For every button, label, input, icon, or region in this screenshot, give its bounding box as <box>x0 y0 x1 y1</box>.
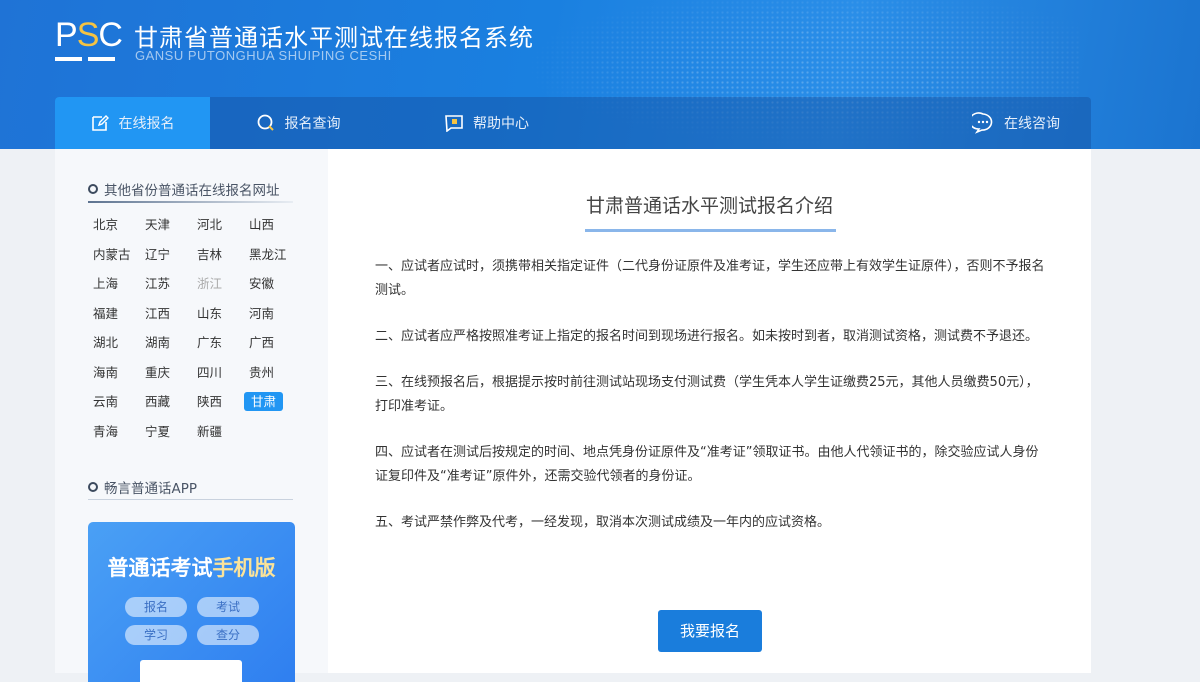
nav-help-center[interactable]: 帮助中心 <box>387 97 587 149</box>
province-link[interactable]: 吉林 <box>192 245 244 264</box>
app-pill: 学习 <box>125 625 187 645</box>
provinces-heading: 其他省份普通话在线报名网址 <box>88 179 280 199</box>
province-link[interactable]: 湖南 <box>140 333 192 352</box>
app-pill: 报名 <box>125 597 187 617</box>
province-link[interactable]: 黑龙江 <box>244 245 296 264</box>
chat-icon <box>972 112 993 134</box>
search-icon <box>257 114 274 131</box>
divider <box>88 201 293 203</box>
paragraph: 三、在线预报名后，根据提示按时前往测试站现场支付测试费（学生凭本人学生证缴费25… <box>375 375 1039 414</box>
province-link[interactable]: 浙江 <box>192 274 244 293</box>
province-link[interactable]: 上海 <box>88 274 140 293</box>
banner-text: 普通话考试 <box>107 556 213 580</box>
province-link[interactable]: 内蒙古 <box>88 245 140 264</box>
nav-label: 在线报名 <box>118 116 175 132</box>
province-link[interactable]: 天津 <box>140 215 192 234</box>
main-content: 甘肃普通话水平测试报名介绍 一、应试者应试时，须携带相关指定证件（二代身份证原件… <box>328 149 1091 673</box>
province-link[interactable]: 山西 <box>244 215 296 234</box>
province-link[interactable]: 山东 <box>192 304 244 323</box>
circle-icon <box>88 184 98 194</box>
app-banner[interactable]: 普通话考试手机版 报名 考试 学习 查分 <box>88 522 295 682</box>
heading-text: 畅言普通话APP <box>104 481 198 497</box>
province-link[interactable]: 四川 <box>192 363 244 382</box>
site-subtitle: GANSU PUTONGHUA SHUIPING CESHI <box>135 48 392 63</box>
nav-registration-query[interactable]: 报名查询 <box>210 97 387 149</box>
edit-icon <box>91 115 109 131</box>
province-list: 北京 天津 河北 山西内蒙古 辽宁 吉林 黑龙江上海 江苏 浙江 安徽福建 江西 山东 河南湖北 湖南 广东… <box>88 215 298 441</box>
nav-online-registration[interactable]: 在线报名 <box>55 97 210 149</box>
heading-text: 其他省份普通话在线报名网址 <box>104 183 280 199</box>
province-link[interactable]: 河南 <box>244 304 296 323</box>
nav-label: 帮助中心 <box>473 116 529 132</box>
paragraph: 二、应试者应严格按照准考证上指定的报名时间到现场进行报名。如未按时到者，取消测试… <box>375 329 1039 344</box>
province-link[interactable]: 江西 <box>140 304 192 323</box>
province-link[interactable]: 新疆 <box>192 422 244 441</box>
province-link[interactable]: 云南 <box>88 392 140 411</box>
help-icon <box>445 115 463 132</box>
province-link[interactable]: 安徽 <box>244 274 296 293</box>
register-button[interactable]: 我要报名 <box>658 610 762 652</box>
qr-code <box>140 660 242 682</box>
province-link[interactable]: 贵州 <box>244 363 296 382</box>
province-link[interactable]: 宁夏 <box>140 422 192 441</box>
paragraph: 四、应试者在测试后按规定的时间、地点凭身份证原件及“准考证”领取证书。由他人代领… <box>375 445 1039 484</box>
sidebar: 其他省份普通话在线报名网址 北京 天津 河北 山西内蒙古 辽宁 吉林 黑龙江上海 江苏 浙江 安徽… <box>55 149 328 682</box>
circle-icon <box>88 482 98 492</box>
main-nav: 在线报名 报名查询 帮助中心 在线咨询 <box>55 97 1091 149</box>
paragraph: 五、考试严禁作弊及代考，一经发现，取消本次测试成绩及一年内的应试资格。 <box>375 515 831 530</box>
app-pill: 考试 <box>197 597 259 617</box>
province-link[interactable]: 辽宁 <box>140 245 192 264</box>
province-link[interactable]: 广西 <box>244 333 296 352</box>
province-link[interactable]: 江苏 <box>140 274 192 293</box>
intro-text: 一、应试者应试时，须携带相关指定证件（二代身份证原件及准考证，学生还应带上有效学… <box>375 255 1047 557</box>
divider <box>88 499 293 500</box>
nav-label: 在线咨询 <box>1004 116 1060 132</box>
psc-logo: PSC <box>55 18 123 62</box>
app-pill: 查分 <box>197 625 259 645</box>
province-link[interactable]: 甘肃 <box>244 392 283 411</box>
province-link[interactable]: 青海 <box>88 422 140 441</box>
header: PSC 甘肃省普通话水平测试在线报名系统 GANSU PUTONGHUA SHU… <box>0 0 1200 149</box>
nav-label: 报名查询 <box>284 116 341 132</box>
province-link[interactable]: 福建 <box>88 304 140 323</box>
province-link[interactable]: 广东 <box>192 333 244 352</box>
province-link[interactable]: 西藏 <box>140 392 192 411</box>
province-link[interactable]: 河北 <box>192 215 244 234</box>
banner-text-highlight: 手机版 <box>212 556 276 580</box>
paragraph: 一、应试者应试时，须携带相关指定证件（二代身份证原件及准考证，学生还应带上有效学… <box>375 259 1045 298</box>
title-underline <box>585 229 836 232</box>
province-link[interactable]: 重庆 <box>140 363 192 382</box>
nav-online-consult[interactable]: 在线咨询 <box>941 97 1091 149</box>
page-title: 甘肃普通话水平测试报名介绍 <box>585 195 833 217</box>
province-link[interactable]: 海南 <box>88 363 140 382</box>
province-link[interactable]: 陕西 <box>192 392 244 411</box>
province-link[interactable]: 北京 <box>88 215 140 234</box>
app-heading: 畅言普通话APP <box>88 477 197 497</box>
province-link[interactable]: 湖北 <box>88 333 140 352</box>
